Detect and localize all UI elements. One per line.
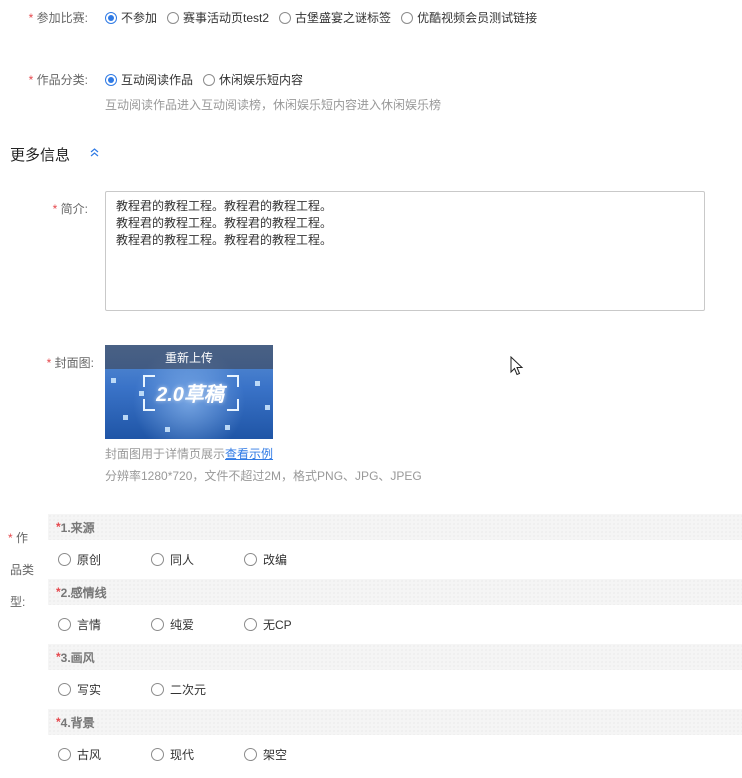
option-ancient[interactable]: 古风: [58, 746, 151, 763]
radio-icon[interactable]: [58, 617, 71, 631]
view-example-link[interactable]: 查看示例: [225, 447, 273, 461]
category-radio-group: 互动阅读作品 休闲娱乐短内容: [105, 71, 313, 88]
option-2d[interactable]: 二次元: [151, 681, 244, 698]
question-options-source: 原创 同人 改编: [58, 550, 337, 568]
radio-icon[interactable]: [58, 552, 71, 566]
competition-radio-group: 不参加 赛事活动页test2 古堡盛宴之谜标签 优酷视频会员测试链接: [105, 9, 547, 26]
option-no-cp[interactable]: 无CP: [244, 616, 337, 633]
option-fanfic[interactable]: 同人: [151, 551, 244, 568]
radio-icon[interactable]: [151, 682, 164, 696]
cover-image-text: 2.0草稿: [156, 383, 224, 406]
question-header-setting: * 4.背景: [48, 709, 742, 735]
question-header-romance: * 2.感情线: [48, 579, 742, 605]
cover-spec: 分辨率1280*720，文件不超过2M，格式PNG、JPG、JPEG: [105, 469, 422, 483]
competition-label: * 参加比赛:: [28, 11, 88, 25]
option-pure-love[interactable]: 纯爱: [151, 616, 244, 633]
radio-icon[interactable]: [167, 11, 180, 24]
question-options-romance: 言情 纯爱 无CP: [58, 615, 337, 633]
radio-icon[interactable]: [58, 682, 71, 696]
category-hint: 互动阅读作品进入互动阅读榜，休闲娱乐短内容进入休闲娱乐榜: [105, 98, 442, 112]
cover-image[interactable]: 2.0草稿 重新上传: [105, 345, 273, 439]
radio-icon[interactable]: [151, 617, 164, 631]
cover-label: * 封面图:: [46, 356, 94, 370]
work-type-label: * 作 品类 型:: [8, 531, 35, 609]
category-label: * 作品分类:: [28, 73, 88, 87]
mouse-cursor-icon: [510, 355, 524, 379]
option-fictional[interactable]: 架空: [244, 746, 337, 763]
competition-option-event[interactable]: 赛事活动页test2: [167, 9, 269, 26]
option-adapted[interactable]: 改编: [244, 551, 337, 568]
radio-selected-icon[interactable]: [105, 73, 117, 86]
radio-icon[interactable]: [151, 747, 164, 761]
radio-icon[interactable]: [244, 617, 257, 631]
competition-option-youku[interactable]: 优酷视频会员测试链接: [401, 9, 537, 26]
category-option-casual[interactable]: 休闲娱乐短内容: [203, 71, 303, 88]
radio-icon[interactable]: [58, 747, 71, 761]
section-title-more-info: 更多信息: [10, 147, 71, 164]
option-modern[interactable]: 现代: [151, 746, 244, 763]
question-header-source: * 1.来源: [48, 514, 742, 540]
radio-icon[interactable]: [203, 73, 216, 86]
option-realistic[interactable]: 写实: [58, 681, 151, 698]
radio-icon[interactable]: [401, 11, 414, 24]
radio-icon[interactable]: [244, 552, 257, 566]
competition-option-none[interactable]: 不参加: [105, 9, 157, 26]
cover-hint: 封面图用于详情页展示查看示例: [105, 447, 274, 461]
category-option-interactive[interactable]: 互动阅读作品: [105, 71, 193, 88]
question-header-art-style: * 3.画风: [48, 644, 742, 670]
option-original[interactable]: 原创: [58, 551, 151, 568]
question-options-setting: 古风 现代 架空: [58, 745, 337, 763]
question-options-art-style: 写实 二次元: [58, 680, 244, 698]
competition-option-castle[interactable]: 古堡盛宴之谜标签: [279, 9, 391, 26]
radio-selected-icon[interactable]: [105, 11, 117, 24]
option-romance[interactable]: 言情: [58, 616, 151, 633]
radio-icon[interactable]: [279, 11, 292, 24]
radio-icon[interactable]: [151, 552, 164, 566]
chevron-up-icon[interactable]: [89, 147, 100, 161]
radio-icon[interactable]: [244, 747, 257, 761]
reupload-button[interactable]: 重新上传: [105, 345, 273, 369]
intro-label: * 简介:: [52, 202, 88, 216]
intro-textarea[interactable]: [105, 191, 705, 311]
